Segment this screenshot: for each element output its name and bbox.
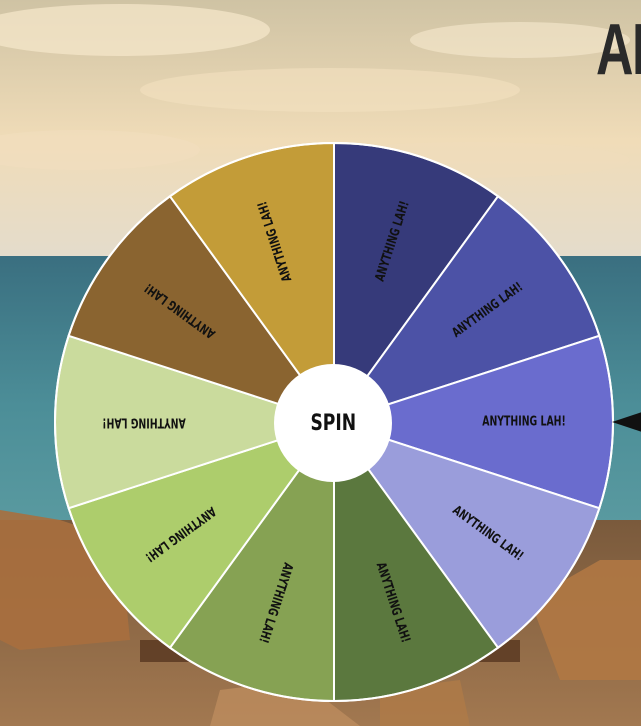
wheel-segment-label: ANYTHING LAH! bbox=[482, 413, 566, 429]
spin-label: SPIN bbox=[310, 410, 356, 436]
spin-button[interactable]: SPIN bbox=[274, 364, 392, 482]
triangle-pointer-icon bbox=[612, 412, 641, 432]
wheel-segment-label: ANYTHING LAH! bbox=[102, 415, 186, 431]
page-heading: AN bbox=[596, 10, 641, 90]
